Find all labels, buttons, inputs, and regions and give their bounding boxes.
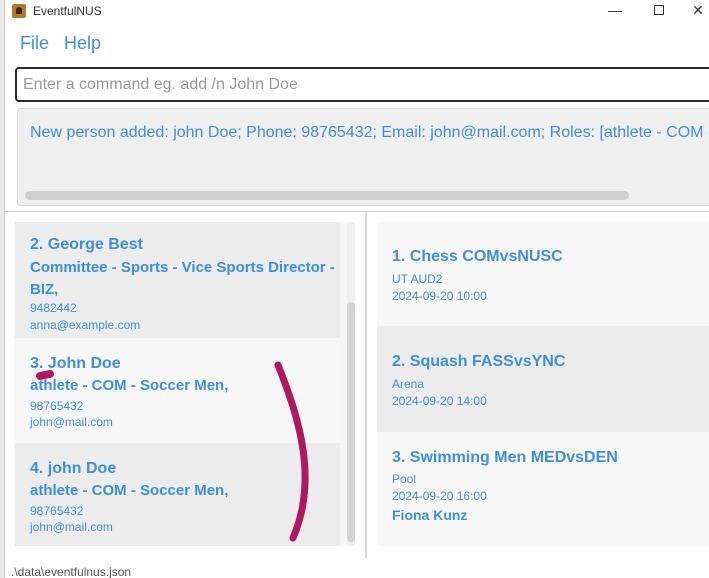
event-card[interactable]: 1. Chess COMvsNUSC UT AUD2 2024-09-20 10…	[377, 222, 709, 326]
menu-help[interactable]: Help	[64, 33, 101, 54]
result-display[interactable]: New person added: john Doe; Phone: 98765…	[17, 108, 709, 206]
person-card[interactable]: 2. George Best Committee - Sports - Vice…	[15, 222, 340, 338]
event-card[interactable]: 2. Squash FASSvsYNC Arena 2024-09-20 14:…	[377, 326, 709, 432]
maximize-button[interactable]	[637, 0, 681, 22]
menu-file[interactable]: File	[20, 33, 49, 54]
person-email: anna@example.com	[30, 318, 141, 332]
person-phone: 9482442	[30, 301, 77, 315]
person-list: 2. George Best Committee - Sports - Vice…	[14, 222, 355, 546]
person-email: john@mail.com	[30, 415, 113, 429]
result-message: New person added: john Doe; Phone: 98765…	[30, 124, 709, 141]
split-pane-divider[interactable]	[365, 212, 367, 558]
event-venue: UT AUD2	[392, 272, 443, 286]
person-name: 4. john Doe	[30, 460, 117, 477]
event-name: 1. Chess COMvsNUSC	[392, 248, 563, 265]
person-phone: 98765432	[30, 504, 84, 518]
person-name: 2. George Best	[30, 236, 143, 253]
divider-horizontal	[5, 211, 709, 212]
app-window: EventfulNUS — ✕ File Help New person add…	[4, 0, 709, 578]
command-box	[15, 67, 709, 102]
event-venue: Pool	[392, 472, 417, 486]
event-participant: Fiona Kunz	[392, 507, 468, 523]
person-list-scroll-thumb[interactable]	[347, 302, 355, 542]
event-name: 2. Squash FASSvsYNC	[392, 353, 566, 370]
app-icon	[12, 4, 26, 18]
person-role: athlete - COM - Soccer Men,	[30, 377, 229, 394]
person-role-continued: BIZ,	[30, 281, 59, 298]
event-time: 2024-09-20 16:00	[392, 489, 487, 503]
status-bar: .\data\eventfulnus.json	[5, 560, 709, 578]
person-role: athlete - COM - Soccer Men,	[30, 482, 229, 499]
person-phone: 98765432	[30, 399, 84, 413]
event-list: 1. Chess COMvsNUSC UT AUD2 2024-09-20 10…	[377, 222, 709, 546]
maximize-icon	[654, 5, 664, 15]
result-horizontal-scrollbar[interactable]	[25, 191, 629, 200]
title-bar: EventfulNUS — ✕	[5, 0, 709, 22]
event-venue: Arena	[392, 377, 425, 391]
close-button[interactable]: ✕	[681, 0, 709, 22]
person-card[interactable]: 4. john Doe athlete - COM - Soccer Men, …	[15, 443, 340, 546]
event-time: 2024-09-20 10:00	[392, 289, 487, 303]
person-name: 3. John Doe	[30, 355, 121, 372]
event-name: 3. Swimming Men MEDvsDEN	[392, 449, 618, 466]
person-card[interactable]: 3. John Doe athlete - COM - Soccer Men, …	[15, 338, 340, 443]
event-card[interactable]: 3. Swimming Men MEDvsDEN Pool 2024-09-20…	[377, 432, 709, 546]
minimize-button[interactable]: —	[593, 0, 637, 22]
person-email: john@mail.com	[30, 520, 113, 534]
menu-bar: File Help	[5, 26, 709, 60]
event-time: 2024-09-20 14:00	[392, 394, 487, 408]
command-input[interactable]	[17, 69, 709, 100]
save-file-path: .\data\eventfulnus.json	[11, 565, 132, 578]
person-role: Committee - Sports - Vice Sports Directo…	[30, 259, 335, 276]
window-title: EventfulNUS	[33, 4, 102, 18]
person-list-scrollbar[interactable]	[347, 222, 355, 546]
